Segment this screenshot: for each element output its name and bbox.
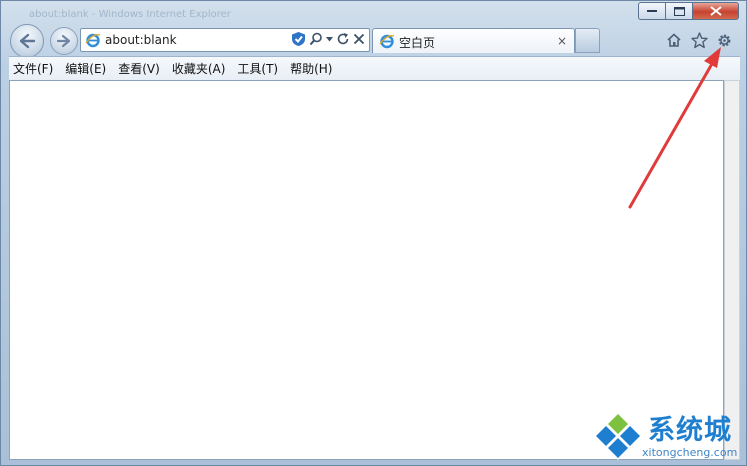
tab-close-icon[interactable]: × — [557, 34, 567, 48]
menu-edit[interactable]: 编辑(E) — [61, 60, 110, 77]
menu-help[interactable]: 帮助(H) — [286, 60, 336, 77]
watermark-brand: 系统城 — [648, 415, 732, 446]
maximize-icon — [673, 6, 685, 16]
back-button[interactable] — [10, 24, 44, 58]
new-tab-button[interactable] — [575, 28, 600, 53]
minimize-icon — [647, 10, 657, 12]
window-controls — [638, 2, 739, 21]
address-bar[interactable]: about:blank — [80, 28, 370, 52]
url-text[interactable]: about:blank — [105, 33, 177, 47]
tab-label: 空白页 — [399, 36, 436, 50]
menu-file[interactable]: 文件(F) — [9, 60, 57, 77]
watermark-site: xitongcheng.com — [642, 446, 738, 459]
gear-icon[interactable] — [715, 31, 733, 49]
minimize-button[interactable] — [638, 2, 665, 20]
refresh-icon[interactable] — [336, 32, 350, 46]
page-content[interactable] — [9, 80, 724, 460]
browser-window: about:blank - Windows Internet Explorer … — [0, 0, 747, 466]
forward-button[interactable] — [50, 27, 78, 55]
maximize-button[interactable] — [665, 2, 692, 20]
menu-favorites[interactable]: 收藏夹(A) — [168, 60, 230, 77]
watermark: 系统城 xitongcheng.com — [592, 408, 742, 464]
search-icon[interactable] — [309, 32, 323, 46]
star-icon[interactable] — [690, 31, 708, 49]
watermark-logo — [594, 412, 642, 460]
shield-icon[interactable] — [291, 31, 306, 47]
dropdown-icon[interactable] — [326, 36, 333, 42]
close-button[interactable] — [692, 2, 739, 20]
forward-arrow-icon — [56, 34, 71, 48]
stop-icon[interactable] — [353, 33, 365, 45]
menu-view[interactable]: 查看(V) — [114, 60, 164, 77]
vertical-scrollbar[interactable] — [724, 80, 740, 460]
close-icon — [709, 6, 722, 16]
ie-icon — [85, 32, 101, 52]
ie-icon — [379, 33, 395, 53]
home-icon[interactable] — [665, 31, 683, 49]
menu-tools[interactable]: 工具(T) — [233, 60, 282, 77]
back-arrow-icon — [19, 33, 36, 49]
menu-bar: 文件(F) 编辑(E) 查看(V) 收藏夹(A) 工具(T) 帮助(H) — [9, 56, 740, 80]
tab-blank-page[interactable]: 空白页 × — [372, 28, 575, 53]
window-title: about:blank - Windows Internet Explorer — [29, 9, 231, 20]
